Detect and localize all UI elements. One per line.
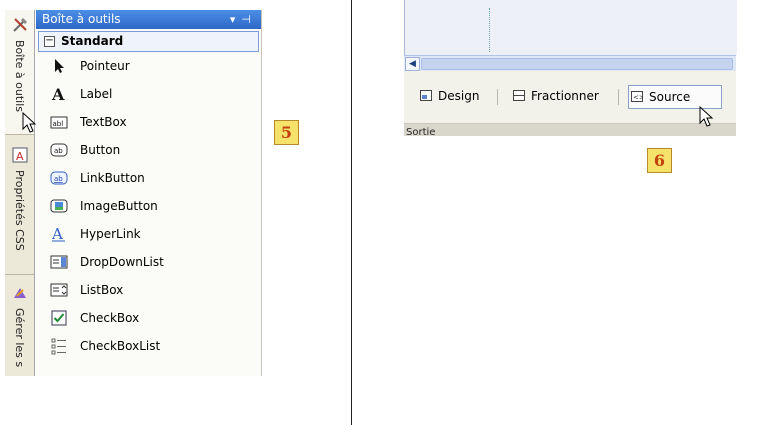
toolbox-panel: Boîte à outils ▾⊣ − Standard Pointeur A … xyxy=(36,10,262,376)
tab-toolbox-label: Boîte à outils xyxy=(13,40,26,113)
output-label: Sortie xyxy=(406,127,436,136)
panel-divider xyxy=(351,0,352,425)
tool-hyperlink[interactable]: A HyperLink xyxy=(36,220,261,248)
manage-styles-icon xyxy=(14,288,26,298)
tool-label: Pointeur xyxy=(80,59,130,73)
tool-label: CheckBoxList xyxy=(80,339,161,353)
collapse-icon[interactable]: − xyxy=(44,36,55,47)
step-marker-5: 5 xyxy=(274,120,299,145)
tool-label: ImageButton xyxy=(80,199,158,213)
tools-icon xyxy=(13,18,27,32)
design-view-button[interactable]: Design xyxy=(418,85,479,107)
tool-checkbox[interactable]: CheckBox xyxy=(36,304,261,332)
checkbox-icon xyxy=(51,310,67,326)
split-label: Fractionner xyxy=(531,89,599,103)
tool-button[interactable]: ab Button xyxy=(36,136,261,164)
pin-icon[interactable]: ⊣ xyxy=(241,13,257,26)
design-icon xyxy=(420,90,432,101)
hyperlink-icon: A xyxy=(51,225,65,243)
tab-manage-styles-label: Gérer les s xyxy=(13,308,26,368)
scrollbar-thumb[interactable] xyxy=(421,58,733,70)
tool-label: TextBox xyxy=(80,115,127,129)
tool-label: ListBox xyxy=(80,283,124,297)
textbox-icon: abl xyxy=(50,116,68,129)
dropdownlist-icon xyxy=(50,255,68,269)
svg-text:ab: ab xyxy=(54,175,63,183)
tool-textbox[interactable]: abl TextBox xyxy=(36,108,261,136)
tab-manage-styles[interactable]: Gérer les s xyxy=(5,278,34,376)
step-marker-6: 6 xyxy=(647,148,672,173)
scroll-left-icon[interactable]: ◀ xyxy=(405,57,420,71)
tool-listbox[interactable]: ListBox xyxy=(36,276,261,304)
tool-label-control[interactable]: A Label xyxy=(36,80,261,108)
tool-label: Label xyxy=(80,87,113,101)
toolbox-title: Boîte à outils xyxy=(42,12,121,26)
tool-label: LinkButton xyxy=(80,171,145,185)
mouse-cursor-icon xyxy=(699,106,714,127)
horizontal-scrollbar[interactable]: ◀ xyxy=(404,55,736,71)
tool-linkbutton[interactable]: ab LinkButton xyxy=(36,164,261,192)
split-icon xyxy=(513,90,525,101)
imagebutton-icon xyxy=(50,199,68,213)
side-tab-strip: Boîte à outils A Propriétés CSS Gérer le… xyxy=(5,10,35,376)
editor-guide-line xyxy=(489,8,490,52)
view-separator xyxy=(618,89,619,105)
tool-label: HyperLink xyxy=(80,227,141,241)
svg-text:A: A xyxy=(16,150,24,163)
source-label: Source xyxy=(649,90,691,104)
tool-pointer[interactable]: Pointeur xyxy=(36,52,261,80)
svg-text:abl: abl xyxy=(53,120,64,128)
design-label: Design xyxy=(438,89,480,103)
source-icon: <> xyxy=(631,91,643,102)
view-separator xyxy=(497,89,498,105)
output-panel-strip[interactable]: Sortie xyxy=(404,124,736,136)
tool-label: Button xyxy=(80,143,121,157)
svg-text:A: A xyxy=(51,85,65,103)
toolbox-header: Boîte à outils ▾⊣ xyxy=(36,10,261,29)
svg-text:A: A xyxy=(51,225,63,243)
group-standard[interactable]: − Standard xyxy=(38,31,259,52)
button-icon: ab xyxy=(50,143,68,157)
split-view-button[interactable]: Fractionner xyxy=(511,85,599,107)
tool-imagebutton[interactable]: ImageButton xyxy=(36,192,261,220)
svg-text:ab: ab xyxy=(54,147,63,155)
editor-area[interactable] xyxy=(404,0,737,55)
view-mode-bar: Design Fractionner <> Source xyxy=(404,71,736,124)
tool-label: CheckBox xyxy=(80,311,140,325)
css-properties-icon: A xyxy=(12,147,28,163)
svg-text:<>: <> xyxy=(633,94,643,102)
tool-dropdownlist[interactable]: DropDownList xyxy=(36,248,261,276)
tool-list: Pointeur A Label abl TextBox ab Button a… xyxy=(36,52,261,360)
listbox-icon xyxy=(50,283,68,297)
tab-css-properties-label: Propriétés CSS xyxy=(13,170,26,251)
group-standard-label: Standard xyxy=(61,34,124,48)
dropdown-arrow-icon[interactable]: ▾ xyxy=(230,13,242,26)
pointer-icon xyxy=(55,59,64,73)
linkbutton-icon: ab xyxy=(50,171,68,185)
tool-label: DropDownList xyxy=(80,255,164,269)
checkboxlist-icon xyxy=(51,338,66,355)
tool-checkboxlist[interactable]: CheckBoxList xyxy=(36,332,261,360)
tab-css-properties[interactable]: A Propriétés CSS xyxy=(5,140,34,275)
label-icon: A xyxy=(51,85,65,103)
